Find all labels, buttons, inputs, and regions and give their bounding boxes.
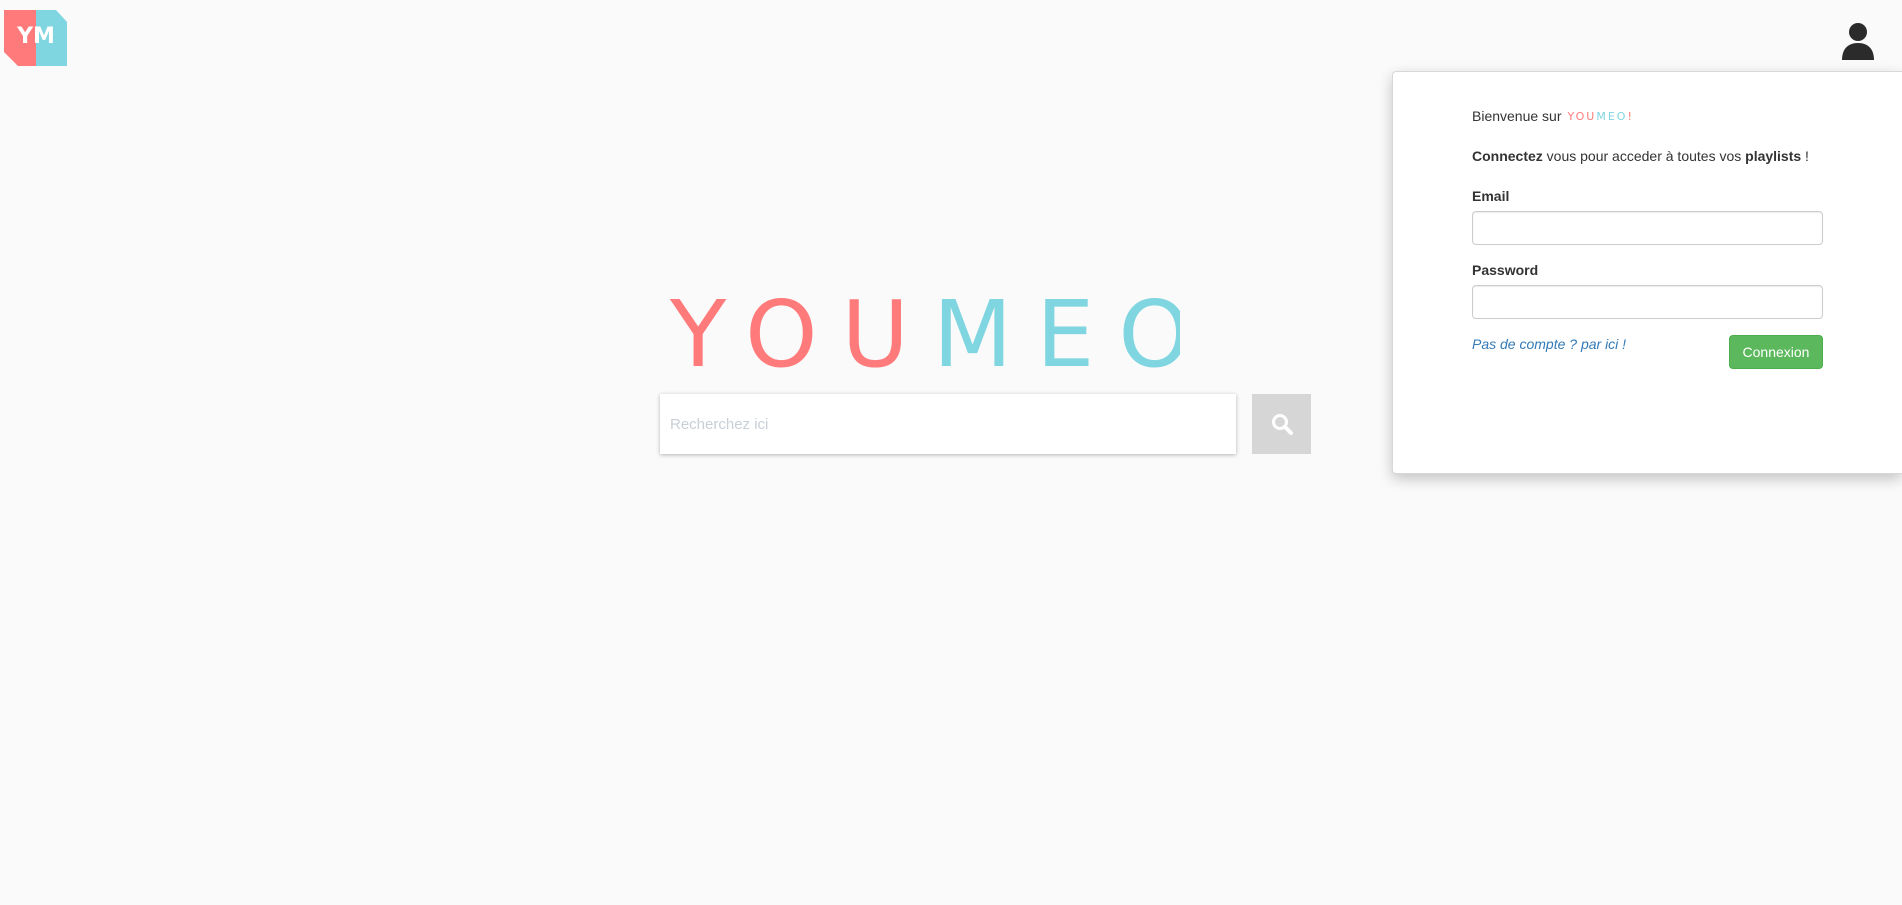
email-label: Email [1472, 188, 1510, 204]
welcome-brand: YOUMEO! [1567, 109, 1634, 123]
email-field[interactable] [1472, 211, 1823, 245]
user-icon[interactable] [1838, 20, 1878, 60]
svg-text:YOUMEO!: YOUMEO! [670, 288, 1180, 378]
search-icon [1271, 414, 1293, 435]
search-button[interactable] [1252, 394, 1311, 454]
youmeo-wordmark: YOUMEO! [670, 288, 1180, 378]
login-intro: Connectez vous pour acceder à toutes vos… [1472, 148, 1809, 164]
search-input[interactable] [660, 394, 1236, 454]
welcome-text: Bienvenue sur [1472, 108, 1562, 124]
welcome-line: Bienvenue sur YOUMEO! [1472, 108, 1634, 124]
logo-letters: YM [16, 24, 55, 49]
signup-link[interactable]: Pas de compte ? par ici ! [1472, 336, 1626, 352]
youmeo-logo[interactable]: YM [4, 10, 67, 66]
password-label: Password [1472, 262, 1539, 278]
login-panel: Bienvenue sur YOUMEO! Connectez vous pou… [1392, 71, 1902, 474]
login-button[interactable]: Connexion [1729, 335, 1823, 369]
page: YM YOUMEO! Bienvenue sur YOUMEO! Connect… [0, 0, 1902, 905]
password-field[interactable] [1472, 285, 1823, 319]
wordmark-cyan: MEO [933, 288, 1180, 378]
wordmark-pink: YOU [670, 288, 933, 378]
